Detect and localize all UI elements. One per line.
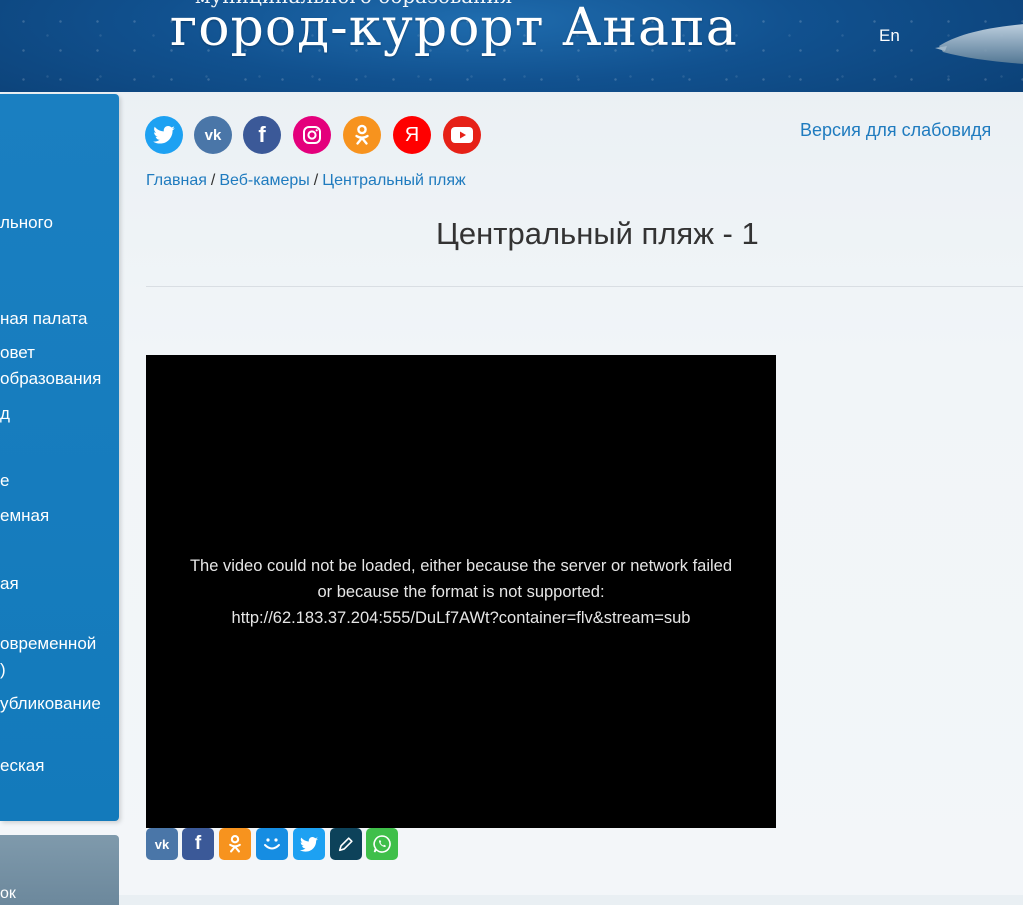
yandex-glyph: Я	[404, 123, 420, 146]
twitter-bird-icon	[153, 126, 175, 144]
sidebar-item-10[interactable]: еская	[0, 753, 44, 779]
vk-icon[interactable]: vk	[194, 116, 232, 154]
yandex-icon[interactable]: Я	[393, 116, 431, 154]
instagram-camera-icon	[303, 126, 321, 144]
facebook-icon[interactable]: f	[243, 116, 281, 154]
sidebar-item-2[interactable]: ная палата	[0, 306, 87, 332]
breadcrumb: Главная / Веб-камеры / Центральный пляж	[146, 172, 466, 190]
sidebar-item-8[interactable]: овременной	[0, 631, 96, 657]
instagram-icon[interactable]	[293, 116, 331, 154]
share-livejournal-icon[interactable]	[330, 828, 362, 860]
site-header: муниципального образования город-курорт …	[0, 0, 1023, 92]
youtube-icon[interactable]	[443, 116, 481, 154]
sidebar-item-3b[interactable]: образования	[0, 366, 101, 392]
english-language-link[interactable]: En	[879, 26, 900, 46]
whatsapp-phone-icon	[373, 835, 391, 853]
breadcrumb-webcams-link[interactable]: Веб-камеры	[219, 172, 309, 189]
moimir-smile-icon	[264, 838, 280, 850]
share-whatsapp-icon[interactable]	[366, 828, 398, 860]
share-facebook-icon[interactable]: f	[182, 828, 214, 860]
sidebar-menu: льного ная палата овет образования д е е…	[0, 94, 119, 821]
share-twitter-bird-icon	[300, 836, 318, 852]
sidebar-item-4[interactable]: д	[0, 401, 10, 427]
share-ok-figure-icon	[229, 834, 241, 853]
sidebar-item-6[interactable]: емная	[0, 503, 49, 529]
sidebar-item-5[interactable]: е	[0, 468, 9, 494]
twitter-icon[interactable]	[145, 116, 183, 154]
share-vk-icon[interactable]: vk	[146, 828, 178, 860]
sidebar-item-8b[interactable]: )	[0, 657, 6, 683]
breadcrumb-home-link[interactable]: Главная	[146, 172, 207, 189]
video-error-line-1: The video could not be loaded, either be…	[189, 557, 733, 575]
facebook-glyph: f	[258, 122, 266, 147]
video-error-message: The video could not be loaded, either be…	[146, 553, 776, 631]
share-moimir-icon[interactable]	[256, 828, 288, 860]
share-facebook-glyph: f	[194, 833, 202, 854]
livejournal-pencil-icon	[338, 837, 353, 852]
sidebar-item-9[interactable]: убликование	[0, 691, 101, 717]
video-error-url: http://62.183.37.204:555/DuLf7AWt?contai…	[231, 609, 691, 627]
video-error-line-2: or because the format is not supported:	[317, 583, 605, 601]
share-odnoklassniki-icon[interactable]	[219, 828, 251, 860]
site-title[interactable]: город-курорт Анапа	[170, 0, 738, 58]
vk-glyph: vk	[204, 126, 222, 144]
sidebar-bottom-label[interactable]: ок	[0, 885, 16, 903]
breadcrumb-current: Центральный пляж	[322, 172, 466, 189]
youtube-play-icon	[451, 127, 473, 143]
webcam-video-player[interactable]: The video could not be loaded, either be…	[146, 355, 776, 828]
sidebar-item-7[interactable]: ая	[0, 571, 19, 597]
low-vision-version-link[interactable]: Версия для слабовидя	[800, 120, 991, 141]
dolphin-icon	[935, 24, 1023, 64]
odnoklassniki-icon[interactable]	[343, 116, 381, 154]
breadcrumb-separator-2: /	[313, 172, 319, 189]
sidebar-item-1[interactable]: льного	[0, 210, 53, 236]
share-vk-glyph: vk	[154, 836, 170, 852]
ok-figure-icon	[355, 124, 369, 145]
sidebar-item-3[interactable]: овет	[0, 340, 35, 366]
title-divider	[146, 286, 1023, 287]
breadcrumb-separator: /	[210, 172, 216, 189]
page-title: Центральный пляж - 1	[436, 216, 759, 251]
share-twitter-icon[interactable]	[293, 828, 325, 860]
